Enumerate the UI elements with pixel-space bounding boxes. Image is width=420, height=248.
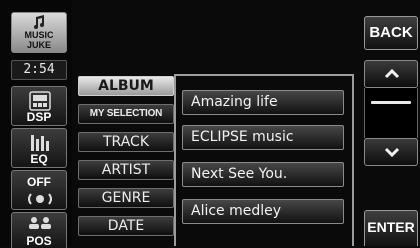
category-menu: ALBUM MY SELECTION TRACK ARTIST GENRE DA… [78, 74, 174, 246]
scroll-up-button[interactable] [364, 60, 418, 88]
chevron-up-icon [384, 69, 400, 79]
category-track-tab[interactable]: TRACK [78, 132, 174, 152]
category-genre-tab[interactable]: GENRE [78, 188, 174, 208]
equalizer-icon [31, 135, 49, 151]
eq-label: EQ [30, 152, 48, 166]
listener-position-icon [29, 217, 51, 229]
music-juke-button[interactable]: MUSIC JUKE [11, 12, 67, 53]
off-label: OFF [27, 175, 51, 189]
category-album-tab[interactable]: ALBUM [78, 76, 174, 96]
chevron-down-icon [384, 147, 400, 157]
scroll-down-button[interactable] [364, 138, 418, 166]
category-date-tab[interactable]: DATE [78, 216, 174, 236]
clock-display: 2:54 [11, 60, 67, 80]
dsp-label: DSP [26, 110, 52, 124]
category-my-selection-tab[interactable]: MY SELECTION [78, 104, 174, 124]
listener-position-button[interactable]: POS [11, 212, 67, 248]
list-item[interactable]: Alice medley [182, 199, 344, 224]
music-juke-label: MUSIC JUKE [24, 30, 54, 50]
list-item[interactable]: ECLIPSE music [182, 125, 344, 150]
speaker-off-icon [28, 193, 52, 205]
list-item[interactable]: Next See You. [182, 162, 344, 187]
back-button[interactable]: BACK [364, 16, 418, 50]
scrollbar-track[interactable] [364, 88, 418, 138]
left-sidebar: MUSIC JUKE 2:54 DSP EQ OFF POS [0, 0, 72, 248]
dsp-icon [29, 91, 51, 111]
list-item[interactable]: Amazing life [182, 90, 344, 115]
album-list: Amazing life ECLIPSE music Next See You.… [174, 74, 354, 246]
pos-label: POS [26, 234, 52, 248]
eq-button[interactable]: EQ [11, 128, 67, 168]
dsp-button[interactable]: DSP [11, 86, 67, 126]
speaker-off-button[interactable]: OFF [11, 170, 67, 210]
enter-button[interactable]: ENTER [364, 210, 418, 246]
scrollbar-thumb[interactable] [371, 101, 411, 104]
category-artist-tab[interactable]: ARTIST [78, 160, 174, 180]
music-note-icon [34, 15, 44, 29]
